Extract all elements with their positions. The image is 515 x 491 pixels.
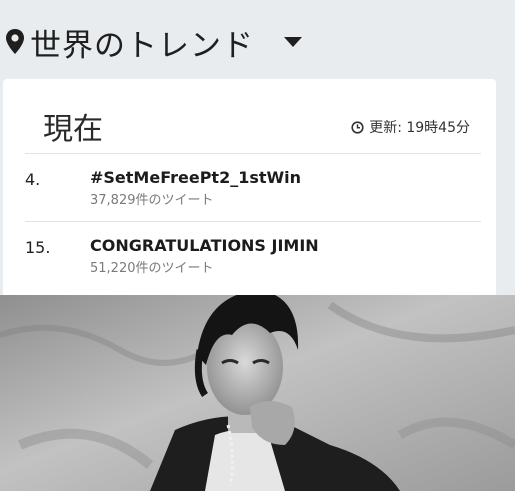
updated-timestamp: 更新: 19時45分	[351, 117, 470, 137]
clock-icon	[351, 120, 364, 134]
trend-name[interactable]: #SetMeFreePt2_1stWin	[90, 168, 301, 187]
map-pin-icon	[6, 29, 24, 54]
panel-heading: 現在	[43, 112, 103, 147]
header-bar: 世界のトレンド	[0, 0, 515, 78]
divider	[25, 221, 481, 222]
person-photo	[0, 295, 515, 491]
trend-tweet-count: 51,220件のツイート	[90, 261, 214, 276]
updated-text: 更新: 19時45分	[369, 120, 470, 136]
trends-panel: 現在 更新: 19時45分 4. #SetMeFreePt2_1stWin 37…	[3, 79, 496, 299]
caret-down-icon[interactable]	[283, 36, 303, 48]
page-title: 世界のトレンド	[30, 28, 254, 64]
divider	[25, 153, 481, 154]
trend-rank: 4.	[25, 170, 41, 189]
trend-item[interactable]: 4. #SetMeFreePt2_1stWin 37,829件のツイート	[3, 156, 496, 216]
trend-name[interactable]: CONGRATULATIONS JIMIN	[90, 236, 319, 255]
trend-item[interactable]: 15. CONGRATULATIONS JIMIN 51,220件のツイート	[3, 224, 496, 284]
trend-tweet-count: 37,829件のツイート	[90, 193, 214, 208]
trend-rank: 15.	[25, 238, 51, 257]
